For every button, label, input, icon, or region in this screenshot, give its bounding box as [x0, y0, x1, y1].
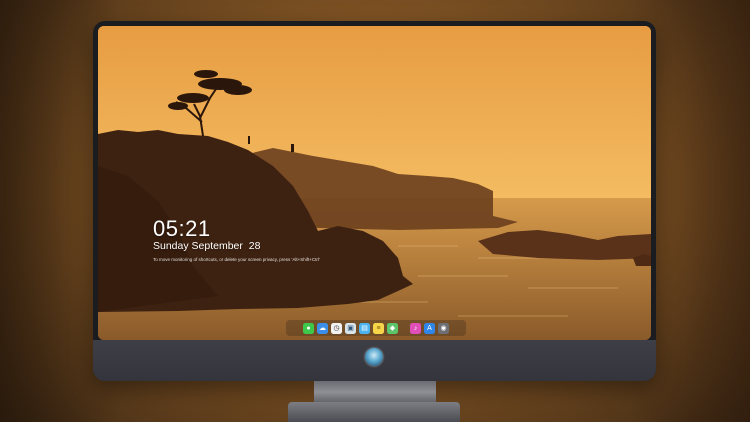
lock-clock: 05:21 — [153, 216, 211, 241]
app-store-icon[interactable]: A — [424, 322, 435, 334]
camera-icon[interactable]: ◉ — [438, 322, 449, 334]
music-icon[interactable]: ♪ — [410, 322, 421, 334]
finder-icon[interactable]: ▤ — [359, 322, 370, 334]
monitor: 05:21 Sunday September 28 To move monito… — [93, 21, 656, 381]
brand-logo-icon — [365, 348, 383, 366]
notes-icon[interactable]: ≡ — [373, 322, 384, 334]
lock-hint-text: To move monitoring of shortcuts, or dele… — [153, 257, 320, 262]
photos-icon[interactable]: ▣ — [345, 322, 356, 334]
weather-icon[interactable]: ☁ — [317, 322, 328, 334]
clock-icon[interactable]: ◷ — [331, 322, 342, 334]
monitor-stand-neck — [314, 381, 436, 403]
lock-screen[interactable]: 05:21 Sunday September 28 To move monito… — [98, 26, 651, 340]
monitor-chin — [93, 340, 656, 381]
monitor-stand-base — [288, 402, 460, 422]
lock-date: Sunday September 28 — [153, 240, 261, 252]
dock: ● ☁ ◷ ▣ ▤ ≡ ◆ ♪ A ◉ — [286, 320, 466, 336]
maps-icon[interactable]: ◆ — [387, 322, 398, 334]
wallpaper — [98, 26, 651, 340]
messages-icon[interactable]: ● — [303, 322, 314, 334]
